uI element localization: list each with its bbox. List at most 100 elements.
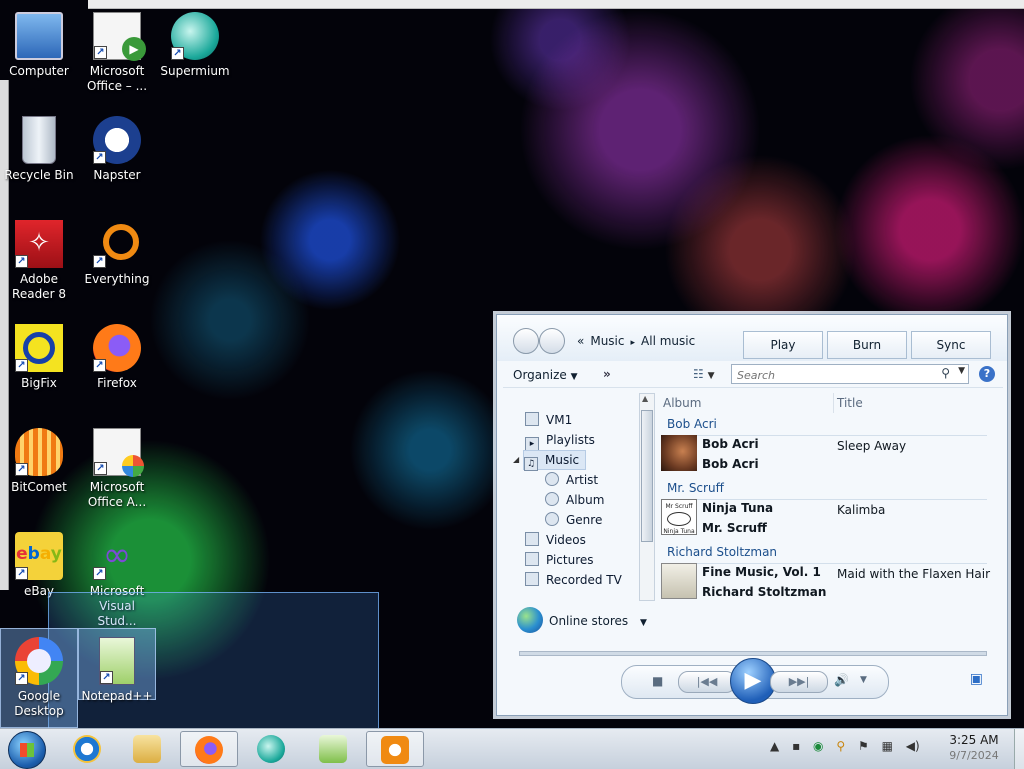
nav-item-artist[interactable]: Artist [545,471,598,489]
desktop-icon-bigfix[interactable]: ↗ BigFix [0,316,78,416]
scrollbar-thumb[interactable] [641,410,653,542]
song-title[interactable]: Maid with the Flaxen Hair [837,567,990,581]
next-button[interactable]: ▶▶| [770,671,828,693]
bitcomet-icon: ↗ [15,428,63,476]
tab-play[interactable]: Play [743,331,823,359]
desktop-icon-office-a[interactable]: ↗ Microsoft Office A... [78,420,156,520]
desktop-icon-adobe-reader[interactable]: ✧ ↗ Adobe Reader 8 [0,212,78,312]
desktop-icon-napster[interactable]: ↗ Napster [78,108,156,208]
nav-item-vm1[interactable]: VM1 [525,411,572,429]
nav-item-music[interactable]: ♫ Music [523,450,587,471]
desktop-icon-computer[interactable]: Computer [0,4,78,104]
nav-item-recorded-tv[interactable]: Recorded TV [525,571,622,589]
visual-studio-icon: ∞ ↗ [93,532,141,580]
back-button[interactable] [513,328,539,354]
desktop-icon-google-desktop[interactable]: ↗ Google Desktop [0,628,78,728]
album-name[interactable]: Ninja Tuna [702,501,773,515]
column-header-title[interactable]: Title [833,393,997,413]
breadcrumb-separator[interactable]: ▸ [631,338,636,348]
taskbar-notepad-plus[interactable] [304,731,362,767]
desktop-icon-office[interactable]: ▶ ↗ Microsoft Office – ... [78,4,156,104]
song-title[interactable]: Sleep Away [837,439,906,453]
ebay-icon: ebay ↗ [15,532,63,580]
song-title[interactable]: Kalimba [837,503,885,517]
search-input[interactable] [735,366,929,384]
tab-burn[interactable]: Burn [827,331,907,359]
nav-scrollbar[interactable]: ▲ [639,393,655,601]
album-artist[interactable]: Richard Stoltzman [702,585,826,599]
nav-item-genre[interactable]: Genre [545,511,602,529]
supermium-icon [257,735,285,763]
shortcut-arrow-icon: ↗ [94,462,107,475]
group-header-artist[interactable]: Bob Acri [667,417,987,436]
nav-item-album[interactable]: Album [545,491,604,509]
search-box[interactable]: ⚲ ▼ [731,364,969,384]
switch-to-now-playing-icon[interactable]: ▣ [970,671,983,687]
volume-icon[interactable]: ◀) [906,739,920,753]
tray-app-icon[interactable]: ▪ [792,739,800,753]
desktop-icon-recycle-bin[interactable]: Recycle Bin [0,108,78,208]
taskbar-firefox[interactable] [180,731,238,767]
seek-bar[interactable] [519,651,987,656]
taskbar-media-player[interactable] [366,731,424,767]
clock-time: 3:25 AM [949,733,999,747]
album-art-text: Ninja Tuna [663,528,695,535]
album-artist[interactable]: Mr. Scruff [702,521,767,535]
adobe-reader-icon: ✧ ↗ [15,220,63,268]
album-artist[interactable]: Bob Acri [702,457,759,471]
system-tray: ▲ ▪ ◉ ⚲ ⚑ ▦ ◀) [770,739,929,753]
chevron-down-icon[interactable]: ▼ [860,675,867,685]
search-icon[interactable]: ⚲ [941,366,950,380]
nav-item-playlists[interactable]: ▸ Playlists [525,431,595,451]
desktop-icon-bitcomet[interactable]: ↗ BitComet [0,420,78,520]
chevron-down-icon[interactable]: ▼ [958,366,965,376]
network-icon[interactable]: ▦ [882,739,893,753]
nav-item-pictures[interactable]: Pictures [525,551,594,569]
desktop-icon-everything[interactable]: ↗ Everything [78,212,156,312]
desktop-icon-firefox[interactable]: ↗ Firefox [78,316,156,416]
action-center-flag-icon[interactable]: ⚑ [858,739,869,753]
taskbar-internet-explorer[interactable] [58,731,116,767]
internet-explorer-icon [73,735,101,763]
album-name[interactable]: Fine Music, Vol. 1 [702,565,821,579]
firefox-icon: ↗ [93,324,141,372]
group-header-artist[interactable]: Mr. Scruff [667,481,987,500]
taskbar-supermium[interactable] [242,731,300,767]
tab-sync[interactable]: Sync [911,331,991,359]
navigation-pane: VM1 ▸ Playlists ◢ ♫ Music Artist Album Gen… [507,389,635,601]
bigfix-icon: ↗ [15,324,63,372]
search-icon[interactable]: ⚲ [836,739,845,753]
album-art[interactable] [661,435,697,471]
album-art[interactable] [661,563,697,599]
clock[interactable]: 3:25 AM 9/7/2024 [938,732,1010,764]
taskbar-file-explorer[interactable] [118,731,176,767]
album-art[interactable]: Mr Scruff Ninja Tuna [661,499,697,535]
desktop-icon-notepad-plus[interactable]: ↗ Notepad++ [78,628,156,703]
forward-button[interactable] [539,328,565,354]
more-commands-button[interactable]: » [603,367,611,381]
volume-icon[interactable]: 🔊 [834,673,849,687]
start-button[interactable] [8,731,46,769]
album-name[interactable]: Bob Acri [702,437,759,451]
previous-button[interactable]: |◀◀ [678,671,736,693]
shortcut-arrow-icon: ↗ [93,359,106,372]
show-desktop-button[interactable] [1014,729,1024,769]
nav-item-videos[interactable]: Videos [525,531,586,549]
scroll-up-arrow[interactable]: ▲ [642,394,648,403]
media-player-window[interactable]: « Music ▸ All music Play Burn Sync Organize… [496,314,1008,716]
view-options-button[interactable]: ☷ ▼ [693,367,715,381]
chrome-icon[interactable]: ◉ [813,739,823,753]
group-header-artist[interactable]: Richard Stoltzman [667,545,987,564]
breadcrumb-overflow[interactable]: « [577,334,584,348]
show-hidden-icons-icon[interactable]: ▲ [770,739,779,753]
office-icon: ↗ [93,428,144,477]
help-button[interactable]: ? [979,366,995,382]
desktop-icon-supermium[interactable]: ↗ Supermium [156,4,234,104]
column-header-album[interactable]: Album [657,393,834,413]
expand-collapse-icon[interactable]: ◢ [513,455,519,464]
online-stores-button[interactable]: Online stores ▼ [517,607,647,633]
breadcrumb-all-music[interactable]: All music [641,334,695,348]
organize-menu[interactable]: Organize ▼ [513,368,578,382]
breadcrumb-music[interactable]: Music [590,334,624,348]
stop-icon[interactable]: ■ [652,674,663,688]
